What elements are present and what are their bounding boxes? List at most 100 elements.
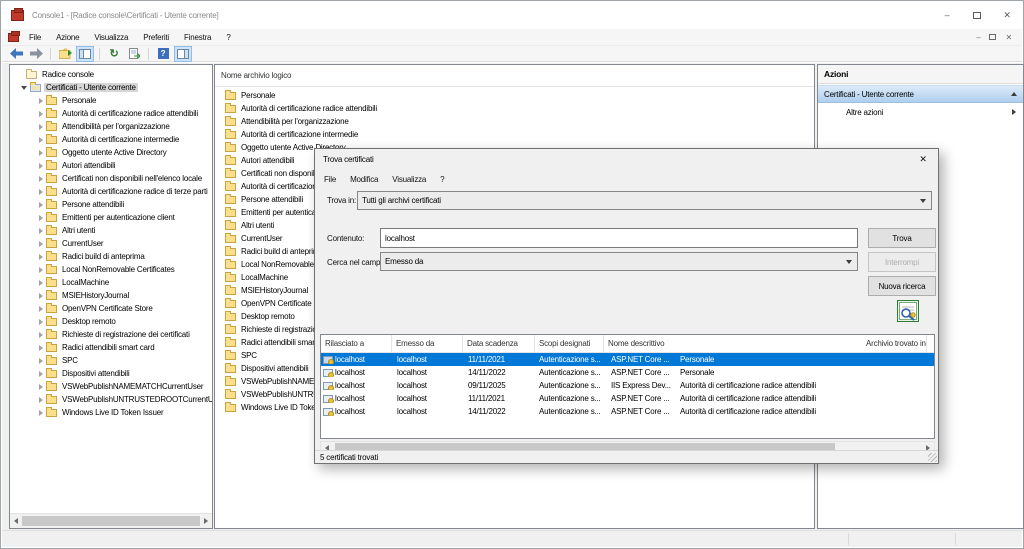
chevron-right-icon[interactable]	[39, 305, 43, 312]
close-button[interactable]: ✕	[992, 2, 1022, 28]
tree-item[interactable]: Autorità di certificazione intermedie	[10, 133, 212, 146]
results-column-header[interactable]: Archivio trovato in	[862, 335, 927, 352]
chevron-right-icon[interactable]	[39, 162, 43, 169]
tree-item-certificates-current-user[interactable]: Certificati - Utente corrente	[10, 81, 212, 94]
chevron-right-icon[interactable]	[39, 331, 43, 338]
tree-item[interactable]: Radici attendibili smart card	[10, 341, 212, 354]
results-column-header[interactable]: Emesso da	[392, 335, 463, 352]
list-item[interactable]: Autorità di certificazione radice attend…	[215, 102, 814, 115]
chevron-right-icon[interactable]	[39, 240, 43, 247]
maximize-button[interactable]	[962, 2, 992, 28]
chevron-right-icon[interactable]	[39, 383, 43, 390]
dialog-menu-item[interactable]: Visualizza	[392, 175, 426, 184]
tree-item[interactable]: MSIEHistoryJournal	[10, 289, 212, 302]
tree-item[interactable]: Attendibilità per l'organizzazione	[10, 120, 212, 133]
mdi-minimize-button[interactable]: –	[976, 33, 980, 42]
list-column-header[interactable]: Nome archivio logico	[215, 65, 814, 87]
export-list-icon[interactable]	[126, 47, 142, 61]
chevron-right-icon[interactable]	[39, 370, 43, 377]
chevron-right-icon[interactable]	[39, 292, 43, 299]
content-input[interactable]: localhost	[380, 228, 858, 248]
chevron-right-icon[interactable]	[39, 201, 43, 208]
chevron-right-icon[interactable]	[39, 266, 43, 273]
actions-section-bar[interactable]: Certificati - Utente corrente	[818, 85, 1023, 103]
dialog-titlebar[interactable]: Trova certificati ✕	[315, 149, 938, 170]
chevron-right-icon[interactable]	[39, 188, 43, 195]
chevron-right-icon[interactable]	[39, 409, 43, 416]
chevron-right-icon[interactable]	[39, 110, 43, 117]
result-row[interactable]: localhost localhost 09/11/2025 Autentica…	[321, 379, 934, 392]
tree-item[interactable]: VSWebPublishUNTRUSTEDROOTCurrentUser	[10, 393, 212, 406]
tree-item[interactable]: SPC	[10, 354, 212, 367]
dialog-menu-item[interactable]: ?	[440, 175, 444, 184]
scroll-right-icon[interactable]	[204, 518, 208, 524]
forward-icon[interactable]	[28, 47, 44, 61]
scrollbar-thumb[interactable]	[22, 516, 200, 526]
chevron-right-icon[interactable]	[39, 357, 43, 364]
tree-item[interactable]: VSWebPublishNAMEMATCHCurrentUser	[10, 380, 212, 393]
chevron-right-icon[interactable]	[39, 214, 43, 221]
new-search-button[interactable]: Nuova ricerca	[868, 276, 936, 296]
chevron-right-icon[interactable]	[39, 97, 43, 104]
tree-item[interactable]: Windows Live ID Token Issuer	[10, 406, 212, 419]
tree-item[interactable]: Certificati non disponibili nell'elenco …	[10, 172, 212, 185]
tree-item[interactable]: Persone attendibili	[10, 198, 212, 211]
tree-item[interactable]: OpenVPN Certificate Store	[10, 302, 212, 315]
tree-item[interactable]: Richieste di registrazione dei certifica…	[10, 328, 212, 341]
result-row[interactable]: localhost localhost 14/11/2022 Autentica…	[321, 366, 934, 379]
tree-item[interactable]: LocalMachine	[10, 276, 212, 289]
dialog-menu-item[interactable]: Modifica	[350, 175, 378, 184]
show-console-tree-icon[interactable]	[76, 45, 94, 62]
tree-item[interactable]: Autorità di certificazione radice di ter…	[10, 185, 212, 198]
menu-item[interactable]: Preferiti	[143, 33, 169, 42]
mdi-close-button[interactable]: ✕	[1005, 33, 1012, 42]
tree-item[interactable]: Autorità di certificazione radice attend…	[10, 107, 212, 120]
chevron-down-icon[interactable]	[21, 85, 27, 90]
tree-item[interactable]: Altri utenti	[10, 224, 212, 237]
chevron-right-icon[interactable]	[39, 396, 43, 403]
find-in-combobox[interactable]: Tutti gli archivi certificati	[357, 191, 932, 210]
list-item[interactable]: Personale	[215, 89, 814, 102]
refresh-icon[interactable]: ↻	[106, 47, 122, 61]
scroll-left-icon[interactable]	[14, 518, 18, 524]
menu-item[interactable]: Azione	[56, 33, 79, 42]
find-button[interactable]: Trova	[868, 228, 936, 248]
chevron-right-icon[interactable]	[39, 136, 43, 143]
result-row[interactable]: localhost localhost 11/11/2021 Autentica…	[321, 392, 934, 405]
chevron-right-icon[interactable]	[39, 175, 43, 182]
chevron-right-icon[interactable]	[39, 344, 43, 351]
chevron-right-icon[interactable]	[39, 253, 43, 260]
results-column-header[interactable]: Data scadenza	[463, 335, 535, 352]
action-pane-icon[interactable]	[174, 45, 192, 62]
tree-item[interactable]: Oggetto utente Active Directory	[10, 146, 212, 159]
resize-grip[interactable]	[928, 453, 937, 462]
tree-item[interactable]: CurrentUser	[10, 237, 212, 250]
more-actions-item[interactable]: Altre azioni	[818, 103, 1023, 121]
menu-item[interactable]: Finestra	[184, 33, 212, 42]
tree-item[interactable]: Personale	[10, 94, 212, 107]
results-column-header[interactable]: Rilasciato a	[321, 335, 392, 352]
menu-item[interactable]: ?	[226, 33, 230, 42]
mdi-restore-button[interactable]	[989, 34, 997, 40]
help-icon[interactable]: ?	[155, 47, 171, 61]
list-item[interactable]: Autorità di certificazione intermedie	[215, 128, 814, 141]
result-row[interactable]: localhost localhost 14/11/2022 Autentica…	[321, 405, 934, 418]
collapse-icon[interactable]	[1011, 92, 1017, 96]
chevron-right-icon[interactable]	[39, 149, 43, 156]
chevron-right-icon[interactable]	[39, 318, 43, 325]
tree-horizontal-scrollbar[interactable]	[10, 513, 212, 528]
results-column-header[interactable]: Nome descrittivo	[604, 335, 862, 352]
export-folder-icon[interactable]	[57, 47, 73, 61]
back-icon[interactable]	[8, 47, 24, 61]
dialog-close-button[interactable]: ✕	[908, 149, 938, 170]
minimize-button[interactable]: –	[932, 2, 962, 28]
search-field-combobox[interactable]: Emesso da	[380, 252, 858, 271]
menu-item[interactable]: File	[29, 33, 41, 42]
tree-item[interactable]: Emittenti per autenticazione client	[10, 211, 212, 224]
chevron-right-icon[interactable]	[39, 279, 43, 286]
result-row[interactable]: localhost localhost 11/11/2021 Autentica…	[321, 353, 934, 366]
list-item[interactable]: Attendibilità per l'organizzazione	[215, 115, 814, 128]
tree-item[interactable]: Desktop remoto	[10, 315, 212, 328]
tree-item[interactable]: Autori attendibili	[10, 159, 212, 172]
tree-item-root[interactable]: Radice console	[10, 68, 212, 81]
